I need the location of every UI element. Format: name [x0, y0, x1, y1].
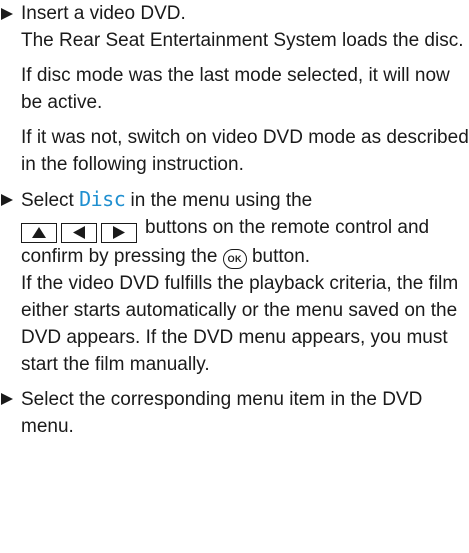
step-2-action: Select Disc in the menu using the button…: [21, 186, 469, 270]
step-2-text-select: Select: [21, 190, 74, 211]
ok-button-icon: OK: [222, 249, 247, 269]
step-1-action: Insert a video DVD.: [21, 3, 186, 24]
step-select-disc: Select Disc in the menu using the button…: [0, 186, 469, 378]
step-1-result-2: If disc mode was the last mode selected,…: [21, 65, 450, 113]
bullet-triangle-icon: [0, 0, 20, 27]
remote-keys: [21, 222, 141, 243]
instructions: Insert a video DVD. The Rear Seat Entert…: [0, 0, 469, 440]
menu-keyword-disc: Disc: [79, 187, 126, 211]
bullet-triangle-icon: [0, 186, 20, 213]
up-arrow-key-icon: [21, 222, 57, 243]
step-insert-dvd: Insert a video DVD. The Rear Seat Entert…: [0, 0, 469, 178]
step-1-result-1: The Rear Seat Entertainment System loads…: [21, 30, 464, 51]
step-2-text-button: button.: [251, 245, 311, 267]
step-2-result: If the video DVD fulfills the playback c…: [21, 272, 459, 375]
right-arrow-key-icon: [101, 222, 137, 243]
step-2-text-menu: in the menu using the: [130, 190, 313, 211]
step-select-menu-item: Select the corresponding menu item in th…: [0, 386, 469, 440]
left-arrow-key-icon: [61, 222, 97, 243]
bullet-triangle-icon: [0, 386, 20, 413]
step-1-result-3: If it was not, switch on video DVD mode …: [21, 127, 469, 175]
step-3-action: Select the corresponding menu item in th…: [21, 388, 423, 437]
